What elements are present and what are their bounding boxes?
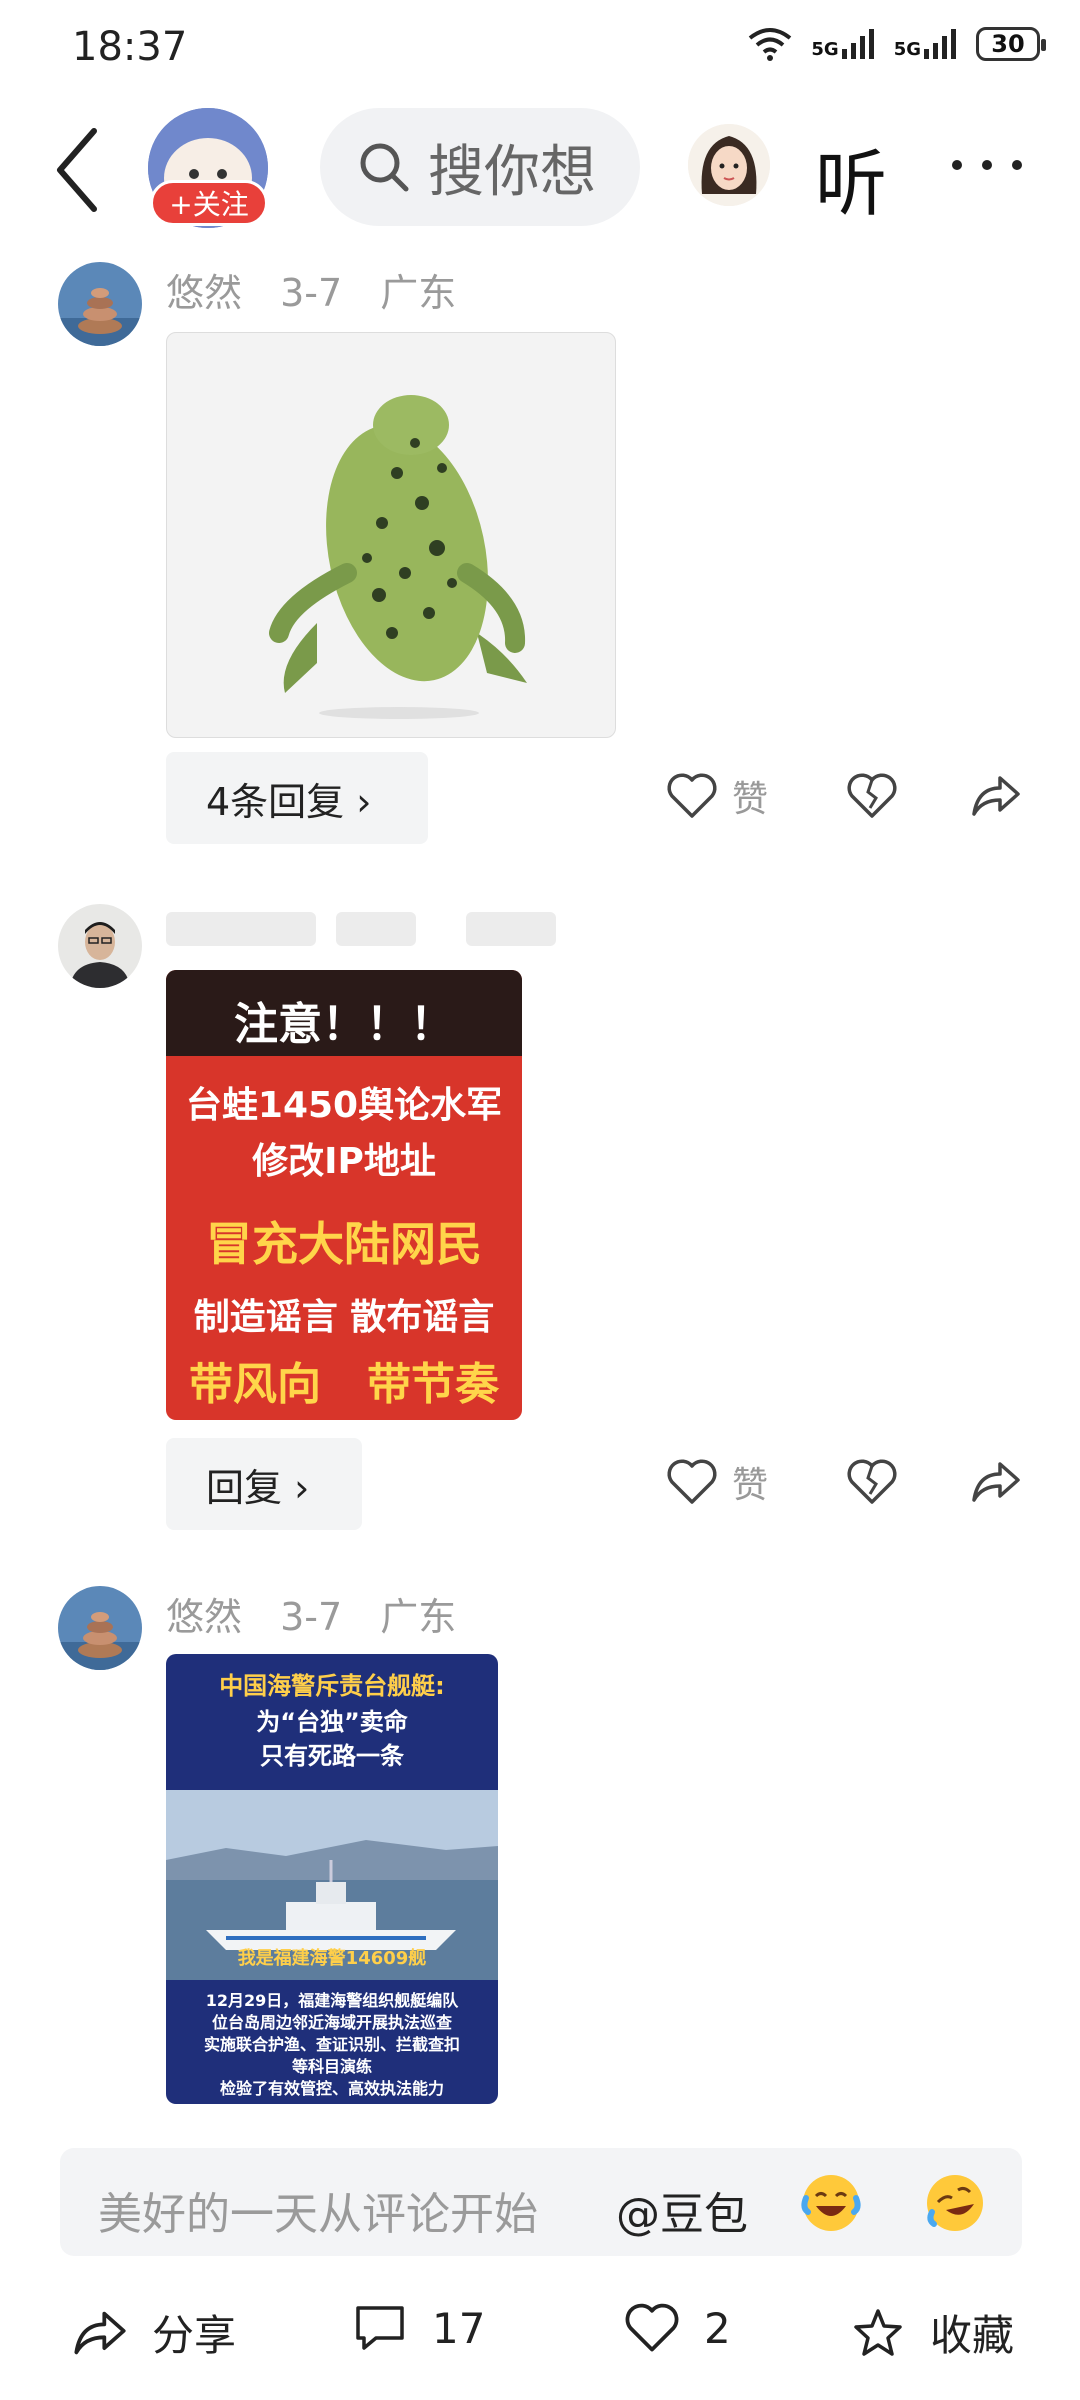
dot [952,160,962,170]
like-button[interactable]: 赞 [666,1456,768,1508]
man-avatar-image [58,904,142,988]
share-button[interactable]: 分享 [72,2302,236,2363]
back-button[interactable] [50,125,110,215]
dot [1012,160,1022,170]
follow-button[interactable]: +关注 [150,180,268,226]
like-label: 赞 [732,1465,769,1506]
mention-doubao-button[interactable]: @豆包 [616,2178,748,2242]
news-body-line: 位台岛周边邻近海域开展执法巡查 [211,2013,452,2032]
news-caption: 我是福建海警14609舰 [237,1948,427,1969]
heart-icon [625,2303,679,2352]
listen-button[interactable]: 听 [815,125,887,230]
wifi-icon [749,28,792,61]
broken-heart-icon [847,773,897,818]
commenter-avatar[interactable] [58,262,142,346]
share-arrow-icon [74,2311,126,2354]
comment-image[interactable]: 注意！！！ 台蛙1450舆论水军 修改IP地址 冒充大陆网民 制造谣言 散布谣言… [166,970,522,1420]
news-body-line: 12月29日，福建海警组织舰艇编队 [205,1991,459,2010]
commenter-avatar[interactable] [58,1586,142,1670]
signal-icon [924,29,956,59]
reply-button[interactable]: 回复 › [166,1438,362,1530]
girl-avatar-icon [688,124,770,206]
comment-location: 广东 [380,1595,457,1639]
comment-count: 17 [432,2303,486,2353]
dislike-button[interactable] [846,1458,898,1510]
heart-icon [667,1459,717,1504]
rofl-emoji-button[interactable] [924,2172,986,2238]
comment-date: 3-7 [280,271,343,315]
favorite-button[interactable]: 收藏 [850,2302,1014,2363]
like-count: 2 [704,2303,731,2353]
laughing-crying-emoji-button[interactable] [800,2172,862,2238]
like-post-button[interactable]: 2 [624,2302,731,2354]
share-comment-button[interactable] [970,1458,1022,1510]
news-headline: 只有死路一条 [260,1742,404,1770]
listen-avatar[interactable] [688,124,770,206]
poster-line: 带风向 [189,1359,321,1410]
laughing-crying-emoji-icon [801,2175,861,2231]
search-icon [360,143,409,192]
poster-line: 台蛙1450舆论水军 [185,1085,503,1126]
comment-input-placeholder: 美好的一天从评论开始 [98,2189,538,2240]
share-label: 分享 [152,2311,237,2360]
status-icons: 5G 5G 30 [747,26,1046,62]
battery-indicator: 30 [976,27,1046,61]
like-button[interactable]: 赞 [666,770,768,822]
comment-image[interactable] [166,332,616,738]
rofl-emoji-icon [927,2175,983,2231]
search-placeholder: 搜你想 [428,139,596,205]
blurred-username [166,906,566,952]
comment-input[interactable]: 美好的一天从评论开始 @豆包 [60,2148,1022,2256]
poster-line: 制造谣言 散布谣言 [193,1297,495,1338]
comment-username[interactable]: 悠然 [166,1595,242,1639]
news-body-line: 实施联合护渔、查证识别、拦截查扣 [203,2035,460,2054]
search-input[interactable]: 搜你想 [320,108,640,226]
network-type-2: 5G [893,39,921,60]
share-arrow-icon [972,776,1020,816]
back-arrow-icon [57,128,97,212]
favorite-label: 收藏 [930,2311,1015,2360]
poster-title: 注意！！！ [234,999,454,1050]
dislike-button[interactable] [846,772,898,824]
frog-image [269,395,527,719]
status-time: 18:37 [72,24,188,70]
broken-heart-icon [847,1459,897,1504]
more-options-button[interactable] [952,155,1022,175]
news-body-line: 等科目演练 [291,2057,372,2076]
comment-location: 广东 [380,271,457,315]
dot [982,160,992,170]
blurred-name-placeholder [166,912,556,946]
news-headline: 为“台独”卖命 [256,1708,408,1736]
stones-avatar-image [58,262,142,346]
comment-date: 3-7 [280,1595,343,1639]
stones-avatar-image [58,1586,142,1670]
share-arrow-icon [972,1462,1020,1502]
commenter-avatar[interactable] [58,904,142,988]
comment-meta: 悠然 3-7 广东 [166,1586,482,1641]
poster-line: 修改IP地址 [252,1141,436,1182]
comments-button[interactable]: 17 [352,2302,485,2354]
share-comment-button[interactable] [970,772,1022,824]
star-icon [854,2308,902,2356]
news-headline: 中国海警斥责台舰艇: [219,1672,445,1700]
signal-icon [841,29,874,59]
heart-icon [667,773,717,818]
view-replies-button[interactable]: 4条回复 › [166,752,428,844]
like-label: 赞 [732,779,769,820]
comment-bubble-icon [356,2306,404,2350]
news-body-line: 检验了有效管控、高效执法能力 [219,2079,444,2098]
poster-line: 带节奏 [367,1359,499,1410]
network-type-1: 5G [811,39,839,60]
poster-line: 冒充大陆网民 [206,1217,482,1271]
comment-image[interactable]: 中国海警斥责台舰艇: 为“台独”卖命 只有死路一条 我是福建海警14609舰 1… [166,1654,498,2104]
comment-meta: 悠然 3-7 广东 [166,262,482,317]
comment-username[interactable]: 悠然 [166,271,242,315]
